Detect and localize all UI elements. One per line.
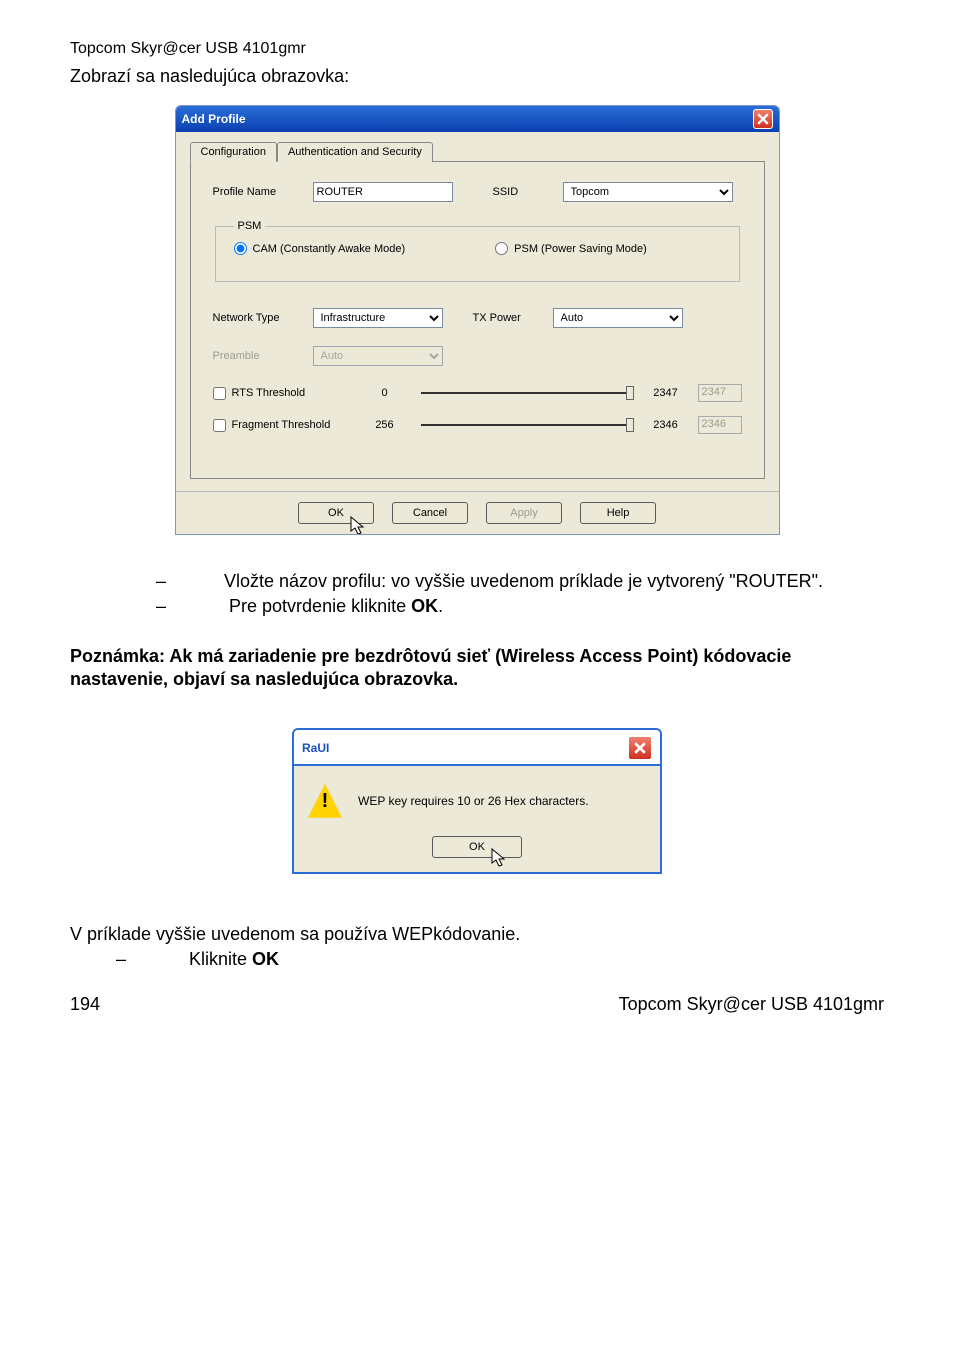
apply-button: Apply: [486, 502, 562, 524]
doc-subheader: Zobrazí sa nasledujúca obrazovka:: [70, 66, 884, 87]
frag-checkbox-wrap[interactable]: Fragment Threshold: [213, 419, 353, 432]
frag-label: Fragment Threshold: [232, 419, 331, 431]
help-button[interactable]: Help: [580, 502, 656, 524]
rts-max: 2347: [648, 387, 684, 399]
psm-group: PSM CAM (Constantly Awake Mode) PSM (Pow…: [215, 220, 740, 282]
psm-radio-label: PSM (Power Saving Mode): [514, 243, 647, 255]
ok-wrap: OK: [298, 502, 374, 524]
rts-min: 0: [367, 387, 403, 399]
cam-radio[interactable]: [234, 242, 247, 255]
page-footer: 194 Topcom Skyr@cer USB 4101gmr: [70, 994, 884, 1015]
add-profile-dialog: Add Profile Configuration Authentication…: [175, 105, 780, 535]
frag-slider[interactable]: [421, 424, 630, 426]
tab-strip: Configuration Authentication and Securit…: [190, 142, 765, 162]
close-button[interactable]: [753, 109, 773, 129]
raui-dialog: RaUI WEP key requires 10 or 26 Hex chara…: [292, 728, 662, 874]
frag-min: 256: [367, 419, 403, 431]
rts-checkbox[interactable]: [213, 387, 226, 400]
tab-configuration[interactable]: Configuration: [190, 142, 277, 162]
psm-radio[interactable]: [495, 242, 508, 255]
rts-slider[interactable]: [421, 392, 630, 394]
preamble-select: Auto: [313, 346, 443, 366]
rts-value-box: 2347: [698, 384, 742, 402]
frag-checkbox[interactable]: [213, 419, 226, 432]
psm-radio-wrap[interactable]: PSM (Power Saving Mode): [495, 242, 647, 255]
cam-radio-label: CAM (Constantly Awake Mode): [253, 243, 406, 255]
bullet-list-2: Kliknite OK: [150, 949, 884, 970]
preamble-label: Preamble: [213, 350, 303, 362]
rts-checkbox-wrap[interactable]: RTS Threshold: [213, 387, 353, 400]
dialog-title: Add Profile: [182, 112, 246, 126]
cursor-icon: [491, 848, 507, 868]
raui-close-button[interactable]: [628, 736, 652, 760]
bullet-list-1: Vložte názov profilu: vo vyššie uvedenom…: [190, 571, 884, 617]
rts-label: RTS Threshold: [232, 387, 306, 399]
tail-text: V príklade vyššie uvedenom sa používa WE…: [70, 924, 884, 945]
close-icon: [634, 742, 646, 754]
profile-name-input[interactable]: [313, 182, 453, 202]
raui-titlebar: RaUI: [294, 730, 660, 766]
cam-radio-wrap[interactable]: CAM (Constantly Awake Mode): [234, 242, 406, 255]
frag-max: 2346: [648, 419, 684, 431]
cursor-icon: [350, 516, 366, 535]
titlebar: Add Profile: [176, 106, 779, 132]
cancel-button[interactable]: Cancel: [392, 502, 468, 524]
tab-panel-configuration: Profile Name SSID Topcom PSM CAM (Consta…: [190, 161, 765, 479]
raui-body: WEP key requires 10 or 26 Hex characters…: [294, 766, 660, 872]
psm-legend: PSM: [234, 220, 266, 232]
rts-slider-thumb[interactable]: [626, 386, 634, 400]
note-text: Poznámka: Ak má zariadenie pre bezdrôtov…: [70, 645, 884, 692]
frag-value-box: 2346: [698, 416, 742, 434]
ssid-label: SSID: [493, 186, 553, 198]
footer-right: Topcom Skyr@cer USB 4101gmr: [619, 994, 884, 1015]
close-icon: [757, 113, 769, 125]
page-number: 194: [70, 994, 100, 1015]
network-type-label: Network Type: [213, 312, 303, 324]
frag-slider-thumb[interactable]: [626, 418, 634, 432]
tx-power-select[interactable]: Auto: [553, 308, 683, 328]
bullet-click-ok-2: Kliknite OK: [150, 949, 884, 970]
raui-message: WEP key requires 10 or 26 Hex characters…: [358, 794, 589, 808]
dialog-footer: OK Cancel Apply Help: [176, 491, 779, 534]
raui-ok-button[interactable]: OK: [432, 836, 522, 858]
bullet-click-ok: Pre potvrdenie kliknite OK.: [190, 596, 884, 617]
warning-icon: [308, 784, 342, 818]
bullet-profile-name: Vložte názov profilu: vo vyššie uvedenom…: [190, 571, 884, 592]
doc-header: Topcom Skyr@cer USB 4101gmr: [70, 40, 884, 58]
tx-power-label: TX Power: [473, 312, 543, 324]
profile-name-label: Profile Name: [213, 186, 303, 198]
network-type-select[interactable]: Infrastructure: [313, 308, 443, 328]
ssid-select[interactable]: Topcom: [563, 182, 733, 202]
tab-auth-security[interactable]: Authentication and Security: [277, 142, 433, 162]
raui-title: RaUI: [302, 741, 329, 755]
